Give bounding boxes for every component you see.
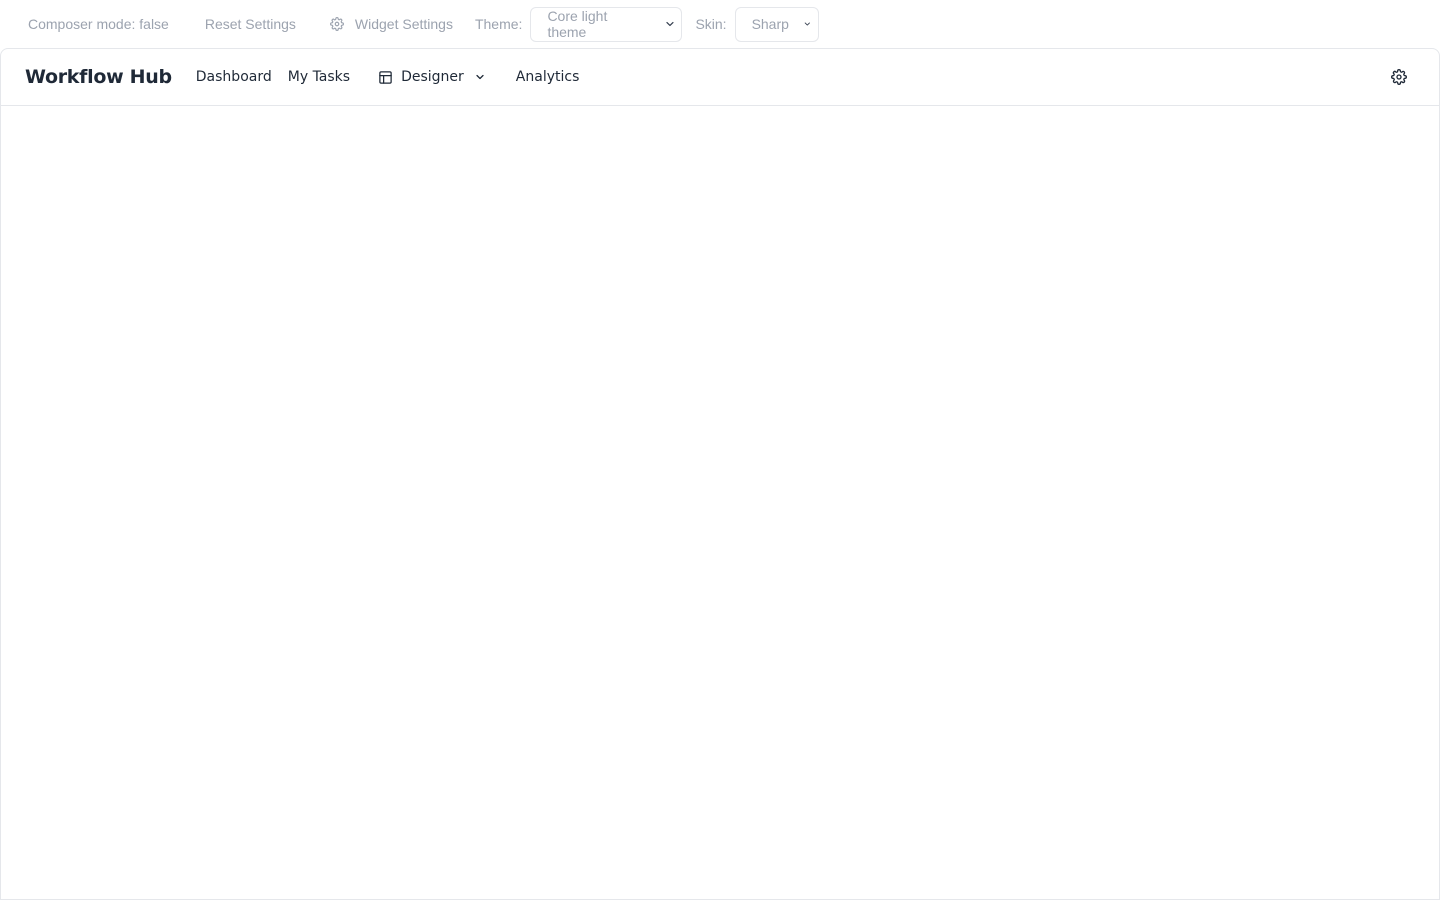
nav-item-analytics[interactable]: Analytics [516,69,580,85]
chevron-down-icon [665,21,674,27]
widget-settings-button[interactable]: Widget Settings [329,16,453,32]
skin-select[interactable]: Sharp [734,6,819,42]
chevron-down-icon [476,74,484,80]
nav-item-dashboard[interactable]: Dashboard [196,69,272,85]
theme-select[interactable]: Core light theme [530,6,683,42]
theme-select-value: Core light theme [547,8,608,40]
chevron-down-icon [804,22,810,26]
widget-settings-label: Widget Settings [354,16,453,32]
composer-control-bar: Composer mode: false Reset Settings Widg… [0,0,1440,48]
composer-mode-status: Composer mode: false [28,16,169,32]
gear-icon[interactable] [1391,69,1407,85]
gear-icon [329,17,344,31]
skin-select-value: Sharp [751,16,789,32]
nav-item-designer-label: Designer [401,69,464,85]
reset-settings-button[interactable]: Reset Settings [205,16,296,32]
theme-label: Theme: [474,16,523,32]
layout-icon [379,70,392,84]
nav-item-designer[interactable]: Designer [378,69,486,85]
app-header: Workflow Hub Dashboard My Tasks Designer… [1,49,1439,106]
main-content-area [1,106,1439,900]
nav-item-my-tasks[interactable]: My Tasks [288,69,350,85]
app-frame: Workflow Hub Dashboard My Tasks Designer… [0,48,1440,900]
app-brand-title[interactable]: Workflow Hub [25,66,172,88]
skin-label: Skin: [695,16,727,32]
